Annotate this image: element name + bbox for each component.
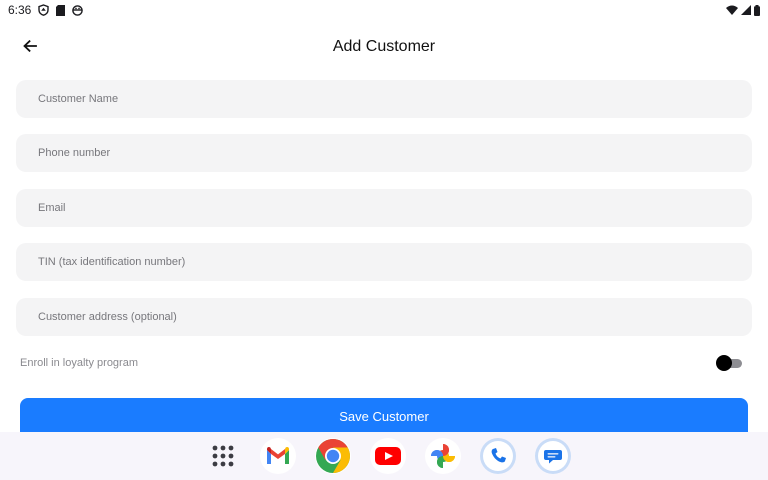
gmail-icon[interactable]: [260, 438, 296, 474]
face-icon: [72, 4, 84, 16]
email-field[interactable]: [16, 189, 752, 227]
customer-address-input[interactable]: [36, 310, 732, 324]
app-bar: Add Customer: [0, 28, 768, 68]
messages-icon[interactable]: [535, 438, 571, 474]
status-right: [726, 4, 760, 16]
tin-field[interactable]: [16, 243, 752, 281]
youtube-icon[interactable]: [370, 438, 406, 474]
signal-icon: [741, 5, 751, 15]
loyalty-label: Enroll in loyalty program: [20, 357, 138, 369]
customer-name-input[interactable]: [36, 92, 732, 106]
status-time: 6:36: [8, 3, 32, 17]
battery-icon: [754, 4, 760, 16]
toggle-thumb: [716, 355, 732, 371]
dock: [0, 432, 768, 480]
phone-number-field[interactable]: [16, 134, 752, 172]
app-drawer-icon[interactable]: [205, 438, 241, 474]
photos-icon[interactable]: [425, 438, 461, 474]
sim-icon: [56, 4, 66, 16]
page-title: Add Customer: [332, 38, 436, 55]
status-left: 6:36: [8, 3, 84, 17]
loyalty-row: Enroll in loyalty program: [20, 352, 744, 374]
wifi-icon: [726, 5, 738, 15]
chrome-icon[interactable]: [315, 438, 351, 474]
save-customer-label: Save Customer: [339, 409, 429, 424]
shield-icon: [38, 4, 50, 16]
save-customer-button[interactable]: Save Customer: [20, 398, 748, 432]
status-bar: 6:36: [0, 0, 768, 20]
dock-items: [205, 438, 571, 474]
phone-icon[interactable]: [480, 438, 516, 474]
email-input[interactable]: [36, 201, 732, 215]
loyalty-toggle[interactable]: [716, 355, 744, 371]
phone-number-input[interactable]: [36, 146, 732, 160]
tin-input[interactable]: [36, 255, 732, 269]
customer-name-field[interactable]: [16, 80, 752, 118]
customer-address-field[interactable]: [16, 298, 752, 336]
